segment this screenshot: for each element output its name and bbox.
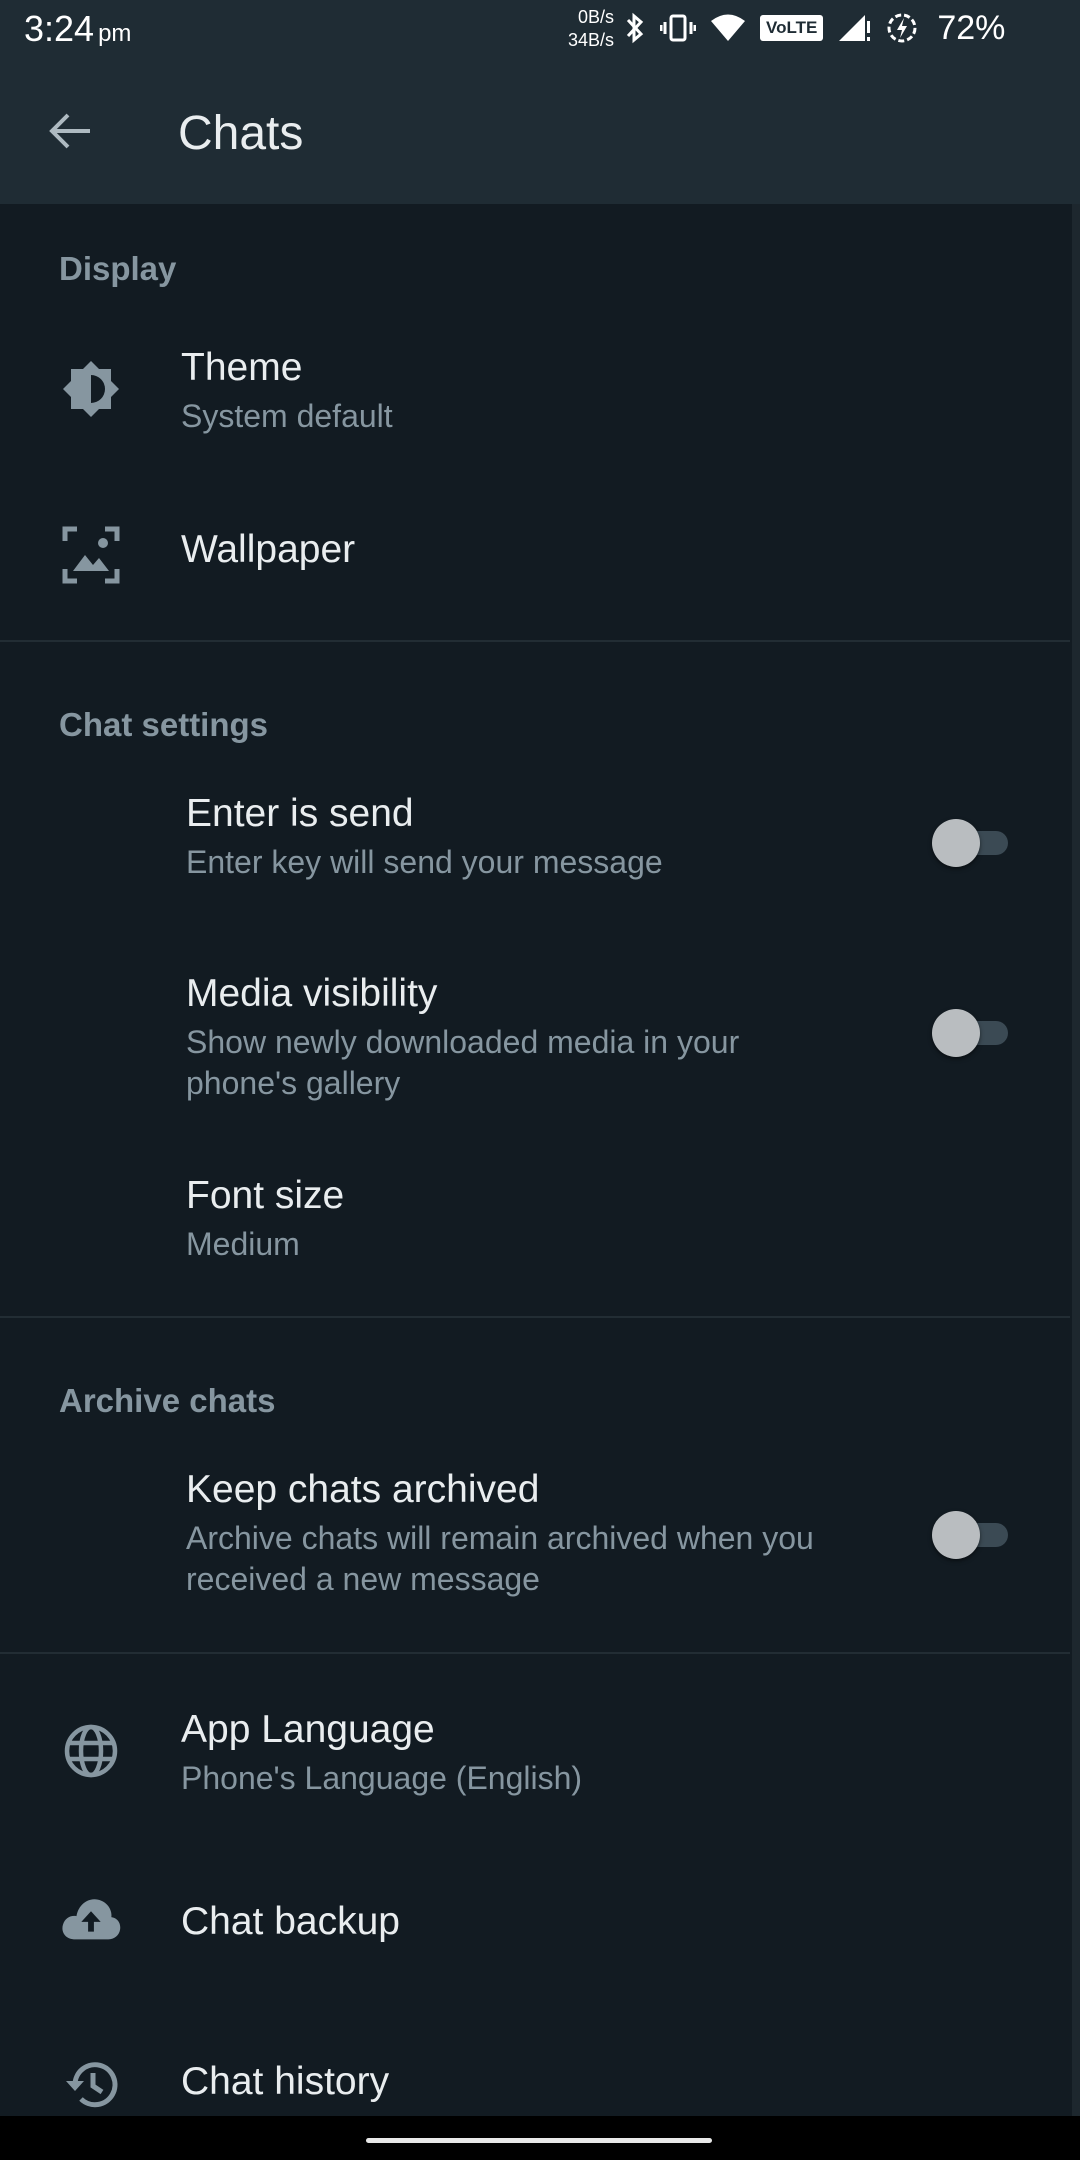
history-icon (60, 2054, 122, 2116)
toggle-thumb (932, 1009, 980, 1057)
brightness-icon (60, 358, 122, 420)
cloud-upload-icon (60, 1888, 122, 1950)
back-button[interactable] (30, 98, 110, 168)
setting-keep-chats-archived[interactable]: Keep chats archived Archive chats will r… (0, 1452, 1070, 1642)
setting-title: Media visibility (186, 972, 438, 1015)
setting-title: Chat backup (181, 1900, 400, 1943)
toggle-thumb (932, 1511, 980, 1559)
setting-subtitle: Medium (186, 1226, 300, 1262)
settings-list[interactable]: Display Theme System default Wallpaper C… (0, 204, 1080, 2116)
status-clock: 3:24 (24, 8, 95, 49)
setting-chat-backup[interactable]: Chat backup (0, 1844, 1070, 2004)
setting-theme[interactable]: Theme System default (0, 312, 1070, 482)
setting-subtitle: Archive chats will remain archived when … (186, 1520, 814, 1597)
setting-subtitle: Enter key will send your message (186, 844, 663, 880)
toggle-thumb (932, 819, 980, 867)
media-visibility-toggle[interactable] (932, 1008, 1012, 1058)
setting-media-visibility[interactable]: Media visibility Show newly downloaded m… (0, 956, 1070, 1156)
setting-title: Font size (186, 1174, 345, 1217)
setting-title: Wallpaper (181, 528, 356, 571)
setting-wallpaper[interactable]: Wallpaper (0, 482, 1070, 632)
status-time: 3:24 pm (24, 8, 131, 50)
setting-title: Theme (181, 346, 303, 389)
status-bar: 3:24 pm 0B/s 34B/s VoLTE 72% (0, 0, 1080, 58)
vibrate-icon (660, 13, 696, 43)
setting-app-language[interactable]: App Language Phone's Language (English) (0, 1664, 1070, 1844)
arrow-left-icon (48, 111, 92, 156)
divider (0, 1316, 1070, 1318)
setting-title: Keep chats archived (186, 1468, 540, 1511)
setting-title: App Language (181, 1708, 435, 1751)
enter-is-send-toggle[interactable] (932, 818, 1012, 868)
globe-icon (60, 1720, 122, 1782)
section-header-chat-settings: Chat settings (59, 706, 269, 743)
setting-font-size[interactable]: Font size Medium (0, 1158, 1070, 1318)
wallpaper-icon (60, 524, 122, 586)
home-indicator[interactable] (366, 2138, 712, 2143)
setting-enter-is-send[interactable]: Enter is send Enter key will send your m… (0, 776, 1070, 946)
network-speed: 0B/s 34B/s (560, 6, 614, 52)
battery-percent: 72% (937, 8, 1006, 47)
section-header-display: Display (59, 250, 177, 287)
setting-chat-history[interactable]: Chat history (0, 2014, 1070, 2116)
app-bar: Chats (0, 58, 1080, 204)
bluetooth-icon (624, 11, 646, 45)
divider (0, 1652, 1070, 1654)
battery-saver-icon (885, 11, 919, 45)
setting-title: Enter is send (186, 792, 414, 835)
status-ampm: pm (98, 20, 132, 47)
scrollbar[interactable] (1072, 204, 1080, 2116)
navigation-bar (0, 2116, 1080, 2160)
setting-subtitle: System default (181, 398, 393, 434)
volte-badge: VoLTE (760, 15, 824, 41)
signal-icon (837, 13, 871, 43)
setting-title: Chat history (181, 2060, 390, 2103)
net-up: 0B/s (577, 7, 614, 27)
setting-subtitle: Phone's Language (English) (181, 1760, 583, 1796)
wifi-icon (710, 13, 746, 43)
keep-archived-toggle[interactable] (932, 1510, 1012, 1560)
status-icons: VoLTE 72% (624, 8, 1005, 48)
divider (0, 640, 1070, 642)
setting-subtitle: Show newly downloaded media in your phon… (186, 1024, 740, 1101)
page-title: Chats (178, 107, 304, 160)
section-header-archive: Archive chats (59, 1382, 276, 1419)
net-down: 34B/s (567, 30, 614, 50)
